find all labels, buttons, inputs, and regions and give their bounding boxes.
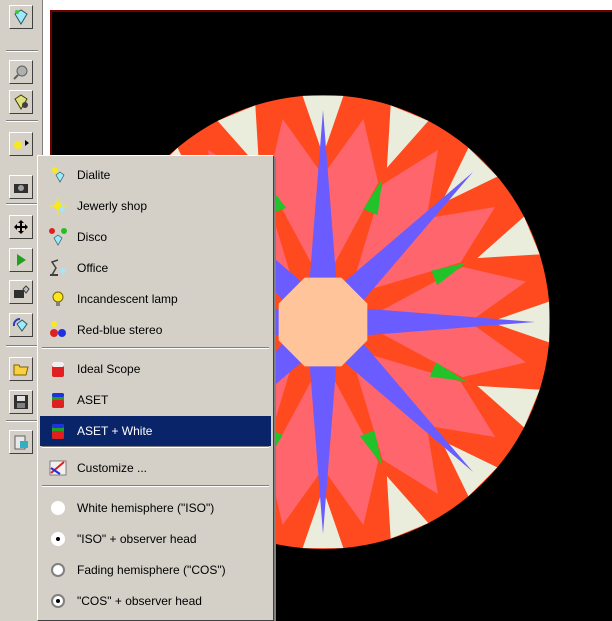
- save-icon: [14, 395, 28, 409]
- diamond-light-icon: [14, 9, 28, 25]
- menu-item-label: "COS" + observer head: [77, 594, 202, 608]
- menu-item-label: Ideal Scope: [77, 362, 141, 376]
- menu-item-label: Dialite: [77, 168, 111, 182]
- diamond-gear-icon: [14, 94, 28, 110]
- menu-item-label: Disco: [77, 230, 108, 244]
- play-icon: [17, 254, 26, 266]
- camera-icon: [14, 184, 28, 193]
- menu-item-aset-white[interactable]: ASET + White: [40, 416, 271, 446]
- customize-icon: [47, 457, 69, 479]
- menu-item-label: ASET: [77, 393, 109, 407]
- disco-lights-icon: [47, 226, 69, 248]
- menu-item-label: Jewerly shop: [77, 199, 148, 213]
- diamond-gear-button[interactable]: [9, 90, 33, 114]
- menu-item-aset[interactable]: ASET: [40, 385, 271, 415]
- menu-item-incandescent-lamp[interactable]: Incandescent lamp: [40, 284, 271, 314]
- menu-item-fading-hemisphere-cos[interactable]: Fading hemisphere ("COS"): [40, 555, 271, 585]
- menu-item-label: Incandescent lamp: [77, 292, 178, 306]
- light-bulb-icon: [47, 288, 69, 310]
- open-folder-icon: [13, 364, 29, 376]
- play-button[interactable]: [9, 248, 33, 272]
- menu-separator: [42, 485, 269, 487]
- radio-icon: [47, 528, 69, 550]
- save-button[interactable]: [9, 390, 33, 414]
- printer-icon: [14, 435, 28, 450]
- lamp-blue-icon: [47, 164, 69, 186]
- menu-item-dialite[interactable]: Dialite: [40, 160, 271, 190]
- lighting-menu: Dialite Jewerly shop Disco Office Incandesce…: [37, 155, 274, 621]
- stereo-glasses-icon: [47, 319, 69, 341]
- menu-item-label: Customize ...: [77, 461, 148, 475]
- move-icon: [14, 220, 28, 234]
- aset-icon: [47, 389, 69, 411]
- lamp-dropdown-button[interactable]: [9, 132, 33, 156]
- ideal-scope-icon: [47, 358, 69, 380]
- lamp-dropdown-icon: [14, 140, 29, 149]
- menu-item-disco[interactable]: Disco: [40, 222, 271, 252]
- menu-item-cos-observer-head[interactable]: "COS" + observer head: [40, 586, 271, 616]
- menu-item-label: Red-blue stereo: [77, 323, 163, 337]
- camera-diamond-button[interactable]: [9, 280, 33, 304]
- diamond-light-button[interactable]: [9, 5, 33, 29]
- rotate-diamond-button[interactable]: [9, 313, 33, 337]
- radio-icon: [47, 559, 69, 581]
- camera-button[interactable]: [9, 175, 33, 199]
- desk-lamp-icon: [47, 257, 69, 279]
- move-button[interactable]: [9, 215, 33, 239]
- camera-diamond-icon: [14, 285, 30, 298]
- menu-item-label: Office: [77, 261, 109, 275]
- menu-separator: [42, 347, 269, 349]
- menu-item-iso-observer-head[interactable]: "ISO" + observer head: [40, 524, 271, 554]
- menu-item-label: ASET + White: [77, 424, 153, 438]
- magnifier-button[interactable]: [9, 60, 33, 84]
- printer-button[interactable]: [9, 430, 33, 454]
- menu-item-white-hemisphere-iso[interactable]: White hemisphere ("ISO"): [40, 493, 271, 523]
- menu-item-office[interactable]: Office: [40, 253, 271, 283]
- radio-icon: [47, 590, 69, 612]
- magnifier-icon: [13, 65, 28, 80]
- menu-item-ideal-scope[interactable]: Ideal Scope: [40, 354, 271, 384]
- rotate-diamond-icon: [12, 317, 28, 332]
- sparkle-light-icon: [47, 195, 69, 217]
- radio-icon: [47, 497, 69, 519]
- menu-item-label: Fading hemisphere ("COS"): [77, 563, 226, 577]
- menu-separator: [42, 446, 269, 448]
- menu-item-customize[interactable]: Customize ...: [40, 453, 271, 483]
- menu-item-jewerly-shop[interactable]: Jewerly shop: [40, 191, 271, 221]
- aset-white-icon: [47, 420, 69, 442]
- menu-item-label: "ISO" + observer head: [77, 532, 197, 546]
- open-folder-button[interactable]: [9, 357, 33, 381]
- gem-table: [278, 277, 368, 367]
- menu-item-label: White hemisphere ("ISO"): [77, 501, 215, 515]
- menu-item-red-blue-stereo[interactable]: Red-blue stereo: [40, 315, 271, 345]
